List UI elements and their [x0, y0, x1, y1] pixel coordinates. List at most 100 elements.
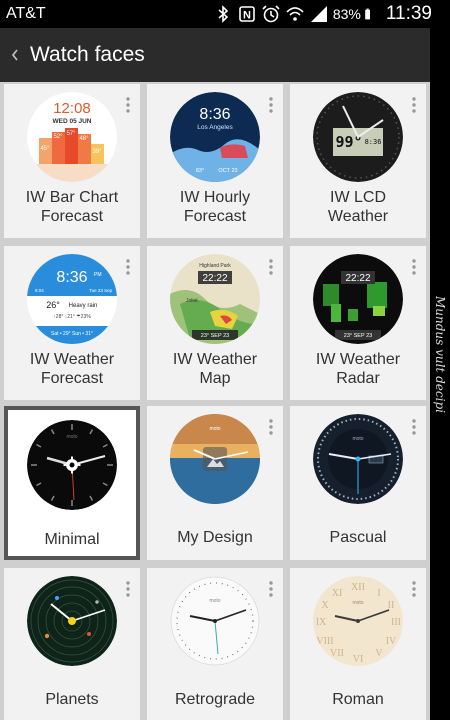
face-place-2: Joliet [186, 298, 198, 304]
watch-face-preview: 8:36 PM 8:04 Tue 23 Sep 26° Heavy rain ↑… [27, 254, 117, 344]
face-forecast: Sat • 29° Sun • 31° [51, 331, 93, 337]
bluetooth-icon [218, 5, 228, 23]
svg-text:XII: XII [351, 582, 365, 593]
watch-face-tile[interactable]: moto Retrograde [147, 568, 283, 720]
face-footer: 23° SEP 23 [344, 333, 372, 339]
more-options-icon[interactable] [412, 418, 416, 436]
watch-face-tile[interactable]: Highland Park 22:22 Joliet 23° SEP 23 IW… [147, 246, 283, 400]
more-options-icon[interactable] [412, 96, 416, 114]
more-options-icon[interactable] [269, 418, 273, 436]
watch-face-label: Planets [45, 691, 99, 708]
watch-face-tile[interactable]: XII III VI IX I II IV V VII VIII X XI moto Roman [290, 568, 426, 720]
page-title[interactable]: Watch faces [30, 43, 145, 67]
face-time: 12:08 [53, 100, 91, 117]
alarm-icon [262, 5, 280, 23]
face-footer: 23° SEP 23 [201, 333, 229, 339]
more-options-icon[interactable] [126, 96, 130, 114]
signal-icon [310, 6, 327, 22]
watch-face-preview: Highland Park 22:22 Joliet 23° SEP 23 [170, 254, 260, 344]
watch-face-tile[interactable]: 22:22 23° SEP 23 IW Weather Radar [290, 246, 426, 400]
watch-face-tile[interactable]: 8:36 PM 8:04 Tue 23 Sep 26° Heavy rain ↑… [4, 246, 140, 400]
svg-text:XI: XI [332, 588, 343, 599]
watch-face-preview: moto [27, 420, 117, 510]
watch-face-label: IW Bar Chart Forecast [25, 189, 119, 225]
face-time: 8:36 [199, 106, 230, 123]
more-options-icon[interactable] [412, 580, 416, 598]
svg-text:X: X [321, 600, 329, 611]
face-temp-2: 52° [53, 134, 63, 140]
face-condition: Heavy rain [69, 303, 98, 309]
watch-face-label: My Design [177, 529, 253, 546]
face-brand: moto [209, 426, 220, 432]
watch-face-label: Pascual [329, 529, 387, 546]
action-bar: Watch faces [0, 28, 430, 82]
svg-text:VII: VII [330, 648, 344, 659]
watch-face-tile[interactable]: Planets [4, 568, 140, 720]
watch-face-label: Retrograde [174, 691, 256, 708]
watch-face-tile-selected[interactable]: moto Minimal [4, 406, 140, 560]
carrier-name: AT&T [6, 5, 46, 22]
watch-face-preview: XIIIIIVIIX IIIIVV VIIVIIIXXI moto [313, 576, 403, 666]
more-options-icon[interactable] [412, 258, 416, 276]
watch-face-preview: moto [170, 414, 260, 504]
face-ampm: PM [94, 272, 102, 278]
status-icons: N 83% 11:39 [213, 0, 450, 28]
watch-face-tile[interactable]: 99° 8:36 IW LCD Weather [290, 84, 426, 238]
watch-face-preview: moto [170, 576, 260, 666]
face-brand: moto [352, 436, 363, 442]
face-temp-3: 57° [66, 131, 76, 137]
svg-text:I: I [377, 588, 380, 599]
more-options-icon[interactable] [269, 96, 273, 114]
nfc-icon: N [239, 6, 255, 22]
watch-face-label: Minimal [44, 531, 100, 548]
watch-face-preview: 22:22 23° SEP 23 [313, 254, 403, 344]
more-options-icon[interactable] [269, 580, 273, 598]
watch-face-preview: 99° 8:36 [313, 92, 403, 182]
watch-face-label: Roman [332, 691, 384, 708]
face-city: Los Angeles [197, 124, 233, 131]
face-footer-left: 83° [196, 168, 204, 174]
battery-percent: 83% [332, 6, 361, 22]
svg-text:VI: VI [353, 654, 364, 665]
face-temp: 26° [46, 300, 60, 310]
watch-face-label: IW LCD Weather [327, 189, 389, 225]
face-details: ↑28° ↓21° ☂23% [53, 314, 91, 320]
face-time: 8:36 [365, 138, 382, 146]
watch-face-label: IW Weather Forecast [29, 351, 115, 387]
watermark: Mundus vult decipi [433, 296, 447, 413]
watch-face-tile[interactable]: 8:36 Los Angeles 83° OCT 23 IW Hourly For… [147, 84, 283, 238]
watch-face-tile[interactable]: moto My Design [147, 406, 283, 560]
svg-text:VIII: VIII [316, 636, 333, 647]
face-time: 22:22 [345, 273, 370, 284]
more-options-icon[interactable] [126, 258, 130, 276]
face-temp-4: 48° [79, 136, 89, 142]
watch-face-grid[interactable]: 12:08 WED 05 JUN 45° 52° 57° 48° 39° IW … [0, 82, 430, 720]
more-options-icon[interactable] [126, 580, 130, 598]
face-temp-1: 45° [40, 146, 50, 152]
more-options-icon[interactable] [269, 258, 273, 276]
watch-face-tile[interactable]: 12:08 WED 05 JUN 45° 52° 57° 48° 39° IW … [4, 84, 140, 238]
face-footer-right: OCT 23 [218, 168, 237, 174]
face-time: 8:36 [56, 269, 87, 286]
chevron-left-icon[interactable] [6, 45, 24, 65]
svg-text:IV: IV [386, 636, 397, 647]
status-bar: AT&T N 83% 11:39 [0, 0, 450, 28]
watch-face-preview: moto [313, 414, 403, 504]
watch-face-preview: 8:36 Los Angeles 83° OCT 23 [170, 92, 260, 182]
face-time: 22:22 [202, 273, 227, 284]
watch-face-preview: 12:08 WED 05 JUN 45° 52° 57° 48° 39° [27, 92, 117, 182]
battery-icon [365, 8, 370, 20]
face-side-left: 8:04 [35, 288, 44, 293]
watch-face-tile[interactable]: moto Pascual [290, 406, 426, 560]
status-clock: 11:39 [385, 3, 432, 24]
watch-face-preview [27, 576, 117, 666]
face-brand: moto [66, 434, 77, 440]
face-side-right: Tue 23 Sep [89, 288, 113, 293]
watch-face-label: IW Weather Map [172, 351, 258, 387]
face-temp-5: 39° [92, 149, 102, 155]
svg-text:V: V [375, 648, 383, 659]
watch-face-label: IW Hourly Forecast [179, 189, 251, 225]
face-brand: moto [209, 598, 220, 604]
watch-face-label: IW Weather Radar [315, 351, 401, 387]
face-brand: moto [352, 600, 363, 606]
